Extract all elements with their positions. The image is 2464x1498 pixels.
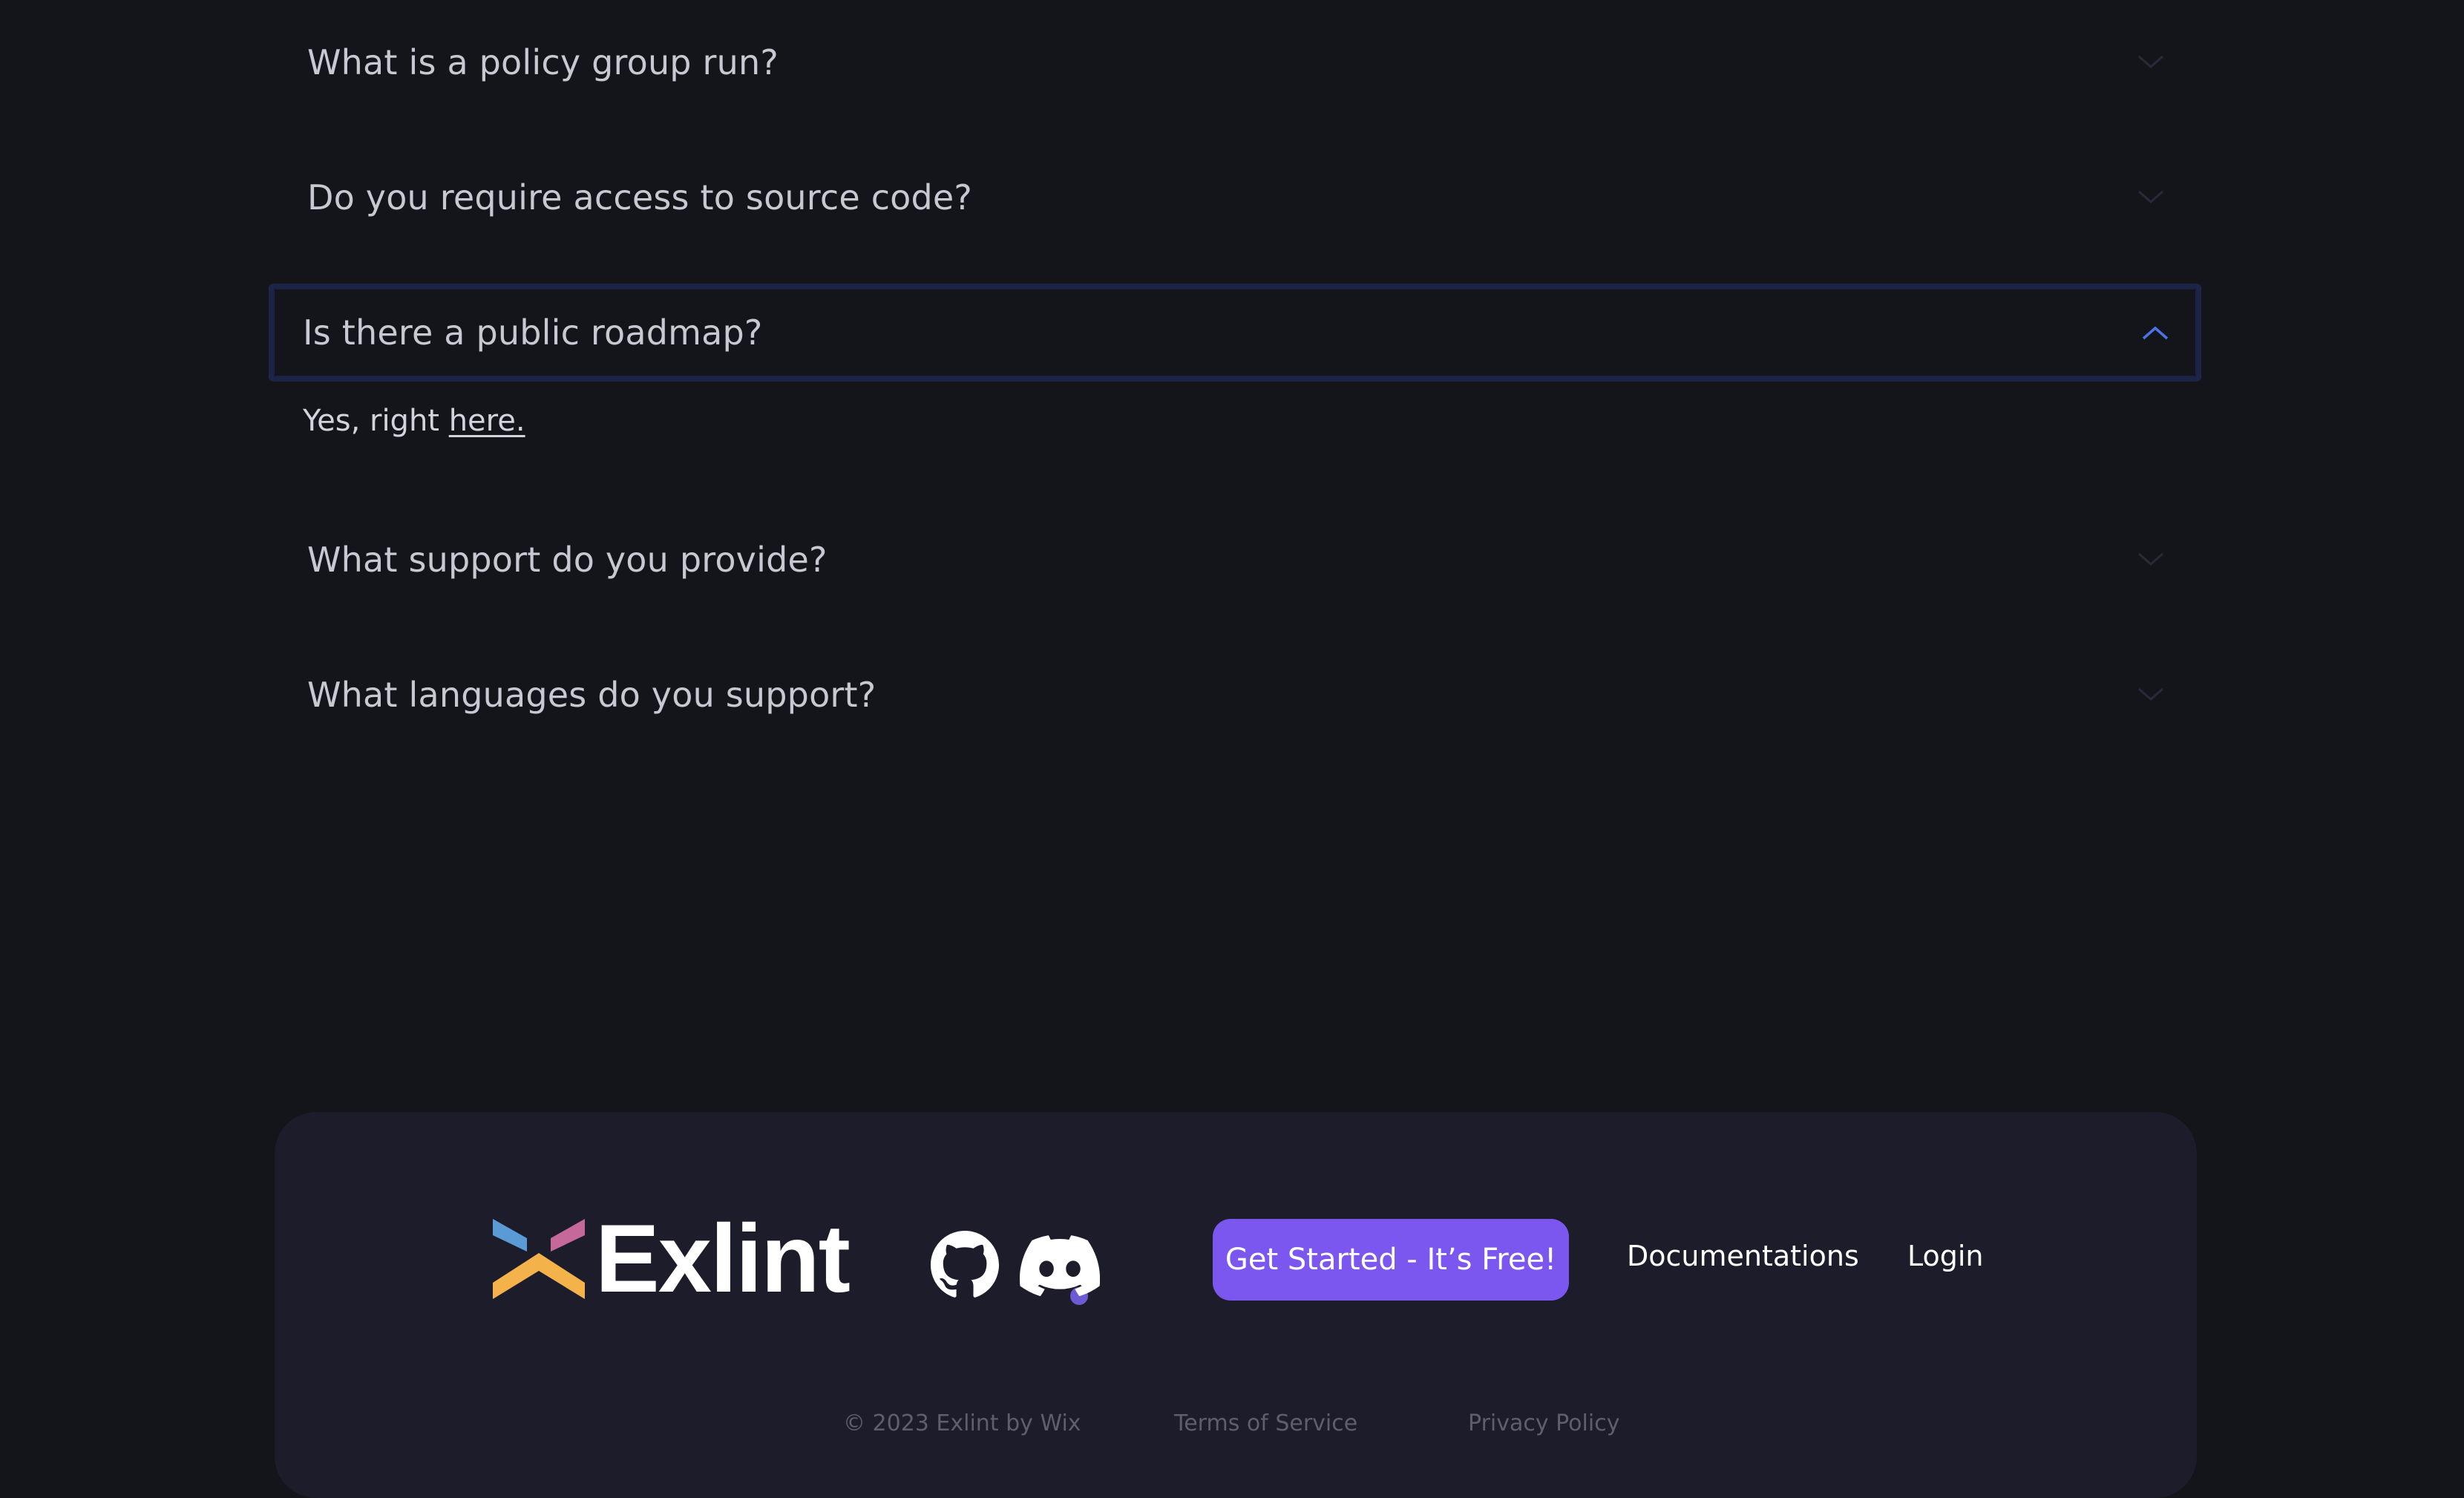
faq-question: Is there a public roadmap?	[303, 313, 763, 353]
get-started-button[interactable]: Get Started - It’s Free!	[1213, 1219, 1569, 1301]
faq-answer-text: Yes, right	[303, 404, 449, 438]
faq-question: Do you require access to source code?	[307, 177, 973, 217]
faq-answer-roadmap: Yes, right here.	[303, 404, 525, 438]
faq-question: What languages do you support?	[307, 675, 877, 715]
chevron-down-icon	[2138, 552, 2163, 566]
chevron-down-icon	[2138, 687, 2163, 701]
roadmap-link[interactable]: here.	[449, 404, 525, 438]
discord-icon[interactable]	[1020, 1235, 1100, 1296]
faq-question: What support do you provide?	[307, 540, 828, 580]
faq-item-public-roadmap[interactable]: Is there a public roadmap?	[269, 284, 2201, 382]
github-icon[interactable]	[931, 1231, 999, 1299]
exlint-logo-icon	[493, 1219, 585, 1299]
faq-item-source-code[interactable]: Do you require access to source code?	[269, 148, 2201, 246]
copyright-text: © 2023 Exlint by Wix	[843, 1410, 1081, 1436]
login-link[interactable]: Login	[1907, 1240, 1984, 1272]
footer: Exlint Get Started - It’s Free! Document…	[275, 1112, 2197, 1498]
faq-question: What is a policy group run?	[307, 42, 779, 82]
faq-item-support[interactable]: What support do you provide?	[269, 511, 2201, 609]
chevron-up-icon	[2142, 326, 2169, 340]
chevron-down-icon	[2138, 55, 2163, 68]
exlint-wordmark: Exlint	[595, 1204, 851, 1312]
documentation-link[interactable]: Documentations	[1627, 1240, 1859, 1272]
privacy-policy-link[interactable]: Privacy Policy	[1468, 1410, 1619, 1436]
terms-of-service-link[interactable]: Terms of Service	[1174, 1410, 1357, 1436]
faq-item-languages[interactable]: What languages do you support?	[269, 646, 2201, 744]
faq-item-policy-group-run[interactable]: What is a policy group run?	[269, 13, 2201, 111]
chevron-down-icon	[2138, 190, 2163, 203]
